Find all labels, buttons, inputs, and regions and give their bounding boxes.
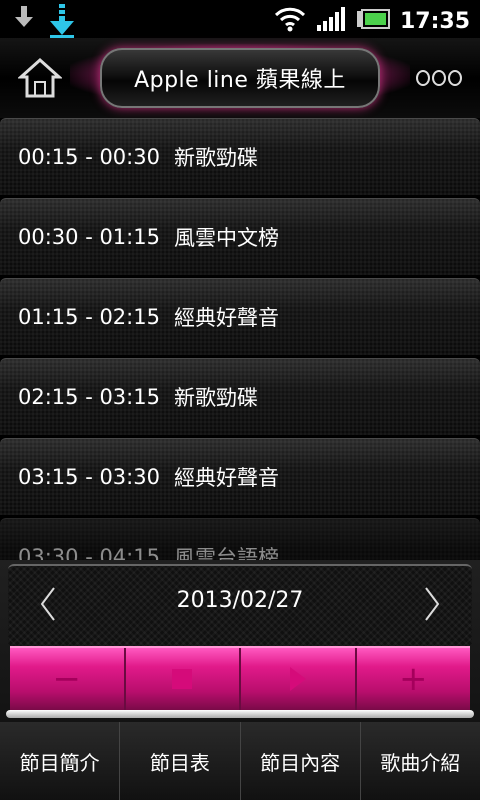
bottom-tabs: 節目簡介 節目表 節目內容 歌曲介紹 bbox=[0, 722, 480, 800]
row-time: 03:15 - 03:30 bbox=[18, 465, 160, 489]
home-icon bbox=[17, 57, 63, 98]
row-program: 風雲台語榜 bbox=[173, 546, 279, 560]
plus-button[interactable]: + bbox=[357, 648, 471, 710]
play-button[interactable] bbox=[241, 648, 357, 710]
row-time: 01:15 - 02:15 bbox=[18, 305, 160, 329]
minus-button[interactable]: − bbox=[10, 648, 126, 710]
page-title: Apple line 蘋果線上 bbox=[134, 68, 346, 93]
schedule-row[interactable]: 02:15 - 03:15 新歌勁碟 bbox=[0, 358, 480, 436]
date-navigator: 2013/02/27 bbox=[8, 564, 472, 646]
next-date-button[interactable] bbox=[420, 584, 444, 624]
row-time: 00:30 - 01:15 bbox=[18, 225, 160, 249]
row-time: 03:30 - 04:15 bbox=[18, 545, 160, 560]
status-bar: 17:35 bbox=[0, 0, 480, 38]
tab-program-content[interactable]: 節目內容 bbox=[241, 722, 361, 800]
schedule-row[interactable]: 03:15 - 03:30 經典好聲音 bbox=[0, 438, 480, 516]
stop-button[interactable] bbox=[126, 648, 241, 710]
status-time: 17:35 bbox=[399, 8, 470, 34]
more-button[interactable] bbox=[416, 68, 462, 88]
app-header: Apple line 蘋果線上 bbox=[0, 38, 480, 118]
tab-song-intro[interactable]: 歌曲介紹 bbox=[361, 722, 480, 800]
row-time: 02:15 - 03:15 bbox=[18, 385, 160, 409]
row-program: 新歌勁碟 bbox=[173, 386, 258, 410]
wifi-icon bbox=[274, 6, 306, 36]
row-program: 新歌勁碟 bbox=[173, 146, 258, 170]
row-program: 經典好聲音 bbox=[173, 306, 279, 330]
tab-schedule[interactable]: 節目表 bbox=[120, 722, 241, 800]
row-program: 風雲中文榜 bbox=[173, 226, 279, 250]
more-dots-icon bbox=[416, 70, 430, 86]
schedule-row[interactable]: 00:15 - 00:30 新歌勁碟 bbox=[0, 118, 480, 196]
minus-icon: − bbox=[52, 659, 82, 699]
bottom-panel: 2013/02/27 − + 節目簡介 節目表 節目內容 歌曲介紹 bbox=[0, 560, 480, 800]
row-time: 00:15 - 00:30 bbox=[18, 145, 160, 169]
chevron-right-icon bbox=[425, 587, 440, 621]
download-animated-icon bbox=[48, 4, 76, 42]
download-arrow-icon bbox=[14, 4, 34, 42]
divider bbox=[6, 710, 474, 718]
play-icon bbox=[289, 667, 306, 691]
stop-icon bbox=[172, 669, 193, 689]
schedule-list[interactable]: 00:15 - 00:30 新歌勁碟 00:30 - 01:15 風雲中文榜 0… bbox=[0, 118, 480, 560]
signal-icon bbox=[316, 7, 346, 35]
home-button[interactable] bbox=[17, 56, 63, 100]
row-program: 經典好聲音 bbox=[173, 466, 279, 490]
playback-controls: − + bbox=[10, 646, 470, 710]
current-date: 2013/02/27 bbox=[176, 588, 304, 613]
battery-icon bbox=[356, 9, 390, 33]
schedule-row[interactable]: 03:30 - 04:15 風雲台語榜 bbox=[0, 518, 480, 560]
plus-icon: + bbox=[399, 659, 428, 699]
schedule-row[interactable]: 00:30 - 01:15 風雲中文榜 bbox=[0, 198, 480, 276]
tab-program-intro[interactable]: 節目簡介 bbox=[0, 722, 121, 800]
schedule-row[interactable]: 01:15 - 02:15 經典好聲音 bbox=[0, 278, 480, 356]
